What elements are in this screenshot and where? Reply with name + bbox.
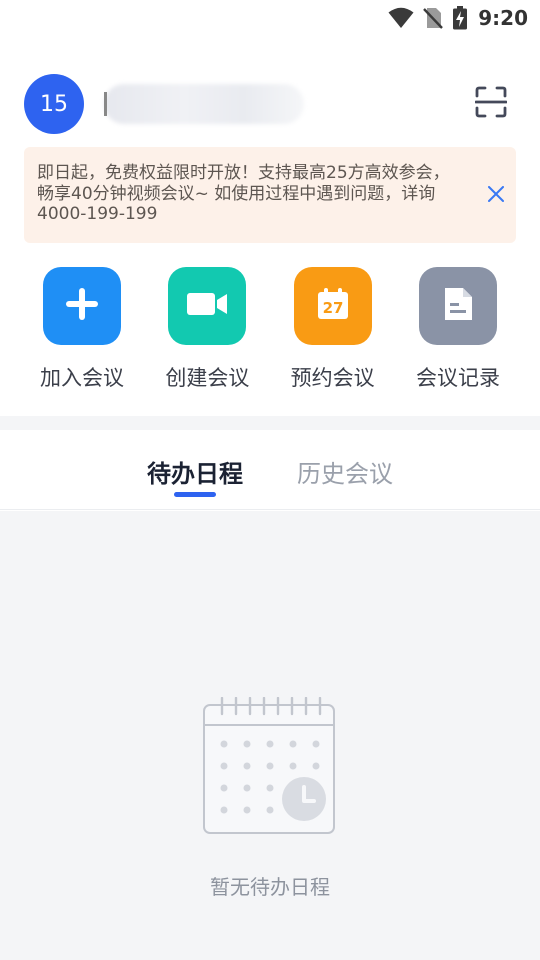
join-meeting-button[interactable]: 加入会议 [20,267,144,397]
schedule-meeting-tile: 27 [293,267,372,345]
active-tab-indicator [174,492,216,497]
meeting-records-tile [418,267,497,345]
notice-text: 即日起，免费权益限时开放！支持最高25方高效参会，畅享40分钟视频会议~ 如使用… [37,163,450,224]
tab-meeting-history[interactable]: 历史会议 [297,454,393,489]
section-divider [0,416,540,430]
schedule-meeting-button[interactable]: 27 预约会议 [271,267,395,397]
app-screen: 9:20 15 即日起，免费权益限时开放！支持最高25方高效参会，畅享40分钟视… [0,0,540,960]
empty-state-text: 暂无待办日程 [210,875,330,899]
schedule-tabs: 待办日程 历史会议 [0,430,540,510]
wifi-icon [388,7,414,29]
status-bar: 9:20 [0,0,540,36]
battery-charging-icon [452,6,468,30]
tab-upcoming-schedule[interactable]: 待办日程 [147,454,243,489]
calendar-27-icon: 27 [317,288,349,324]
create-meeting-label: 创建会议 [165,366,250,390]
username-cursor [104,92,107,116]
calendar-day-number: 27 [322,299,343,317]
status-time: 9:20 [478,6,528,30]
no-sim-icon [422,6,444,30]
username-redacted [104,84,304,124]
close-icon [488,186,504,208]
join-meeting-tile [43,267,121,345]
notice-close-button[interactable] [484,185,508,209]
notice-banner: 即日起，免费权益限时开放！支持最高25方高效参会，畅享40分钟视频会议~ 如使用… [24,147,516,243]
empty-calendar-clock-icon [202,696,336,837]
quick-actions: 加入会议 创建会议 27 预约会议 会议记录 [20,267,520,397]
meeting-records-button[interactable]: 会议记录 [396,267,520,397]
scan-icon [474,86,508,122]
create-meeting-tile [168,267,247,345]
scan-button[interactable] [474,86,508,122]
meeting-records-label: 会议记录 [415,366,500,390]
document-icon [443,287,473,325]
join-meeting-label: 加入会议 [40,366,124,390]
schedule-meeting-label: 预约会议 [290,366,375,390]
schedule-content: 暂无待办日程 [0,511,540,960]
header: 15 [24,74,516,136]
avatar[interactable]: 15 [24,74,84,134]
create-meeting-button[interactable]: 创建会议 [145,267,269,397]
video-camera-icon [186,290,228,322]
plus-icon [65,287,99,325]
